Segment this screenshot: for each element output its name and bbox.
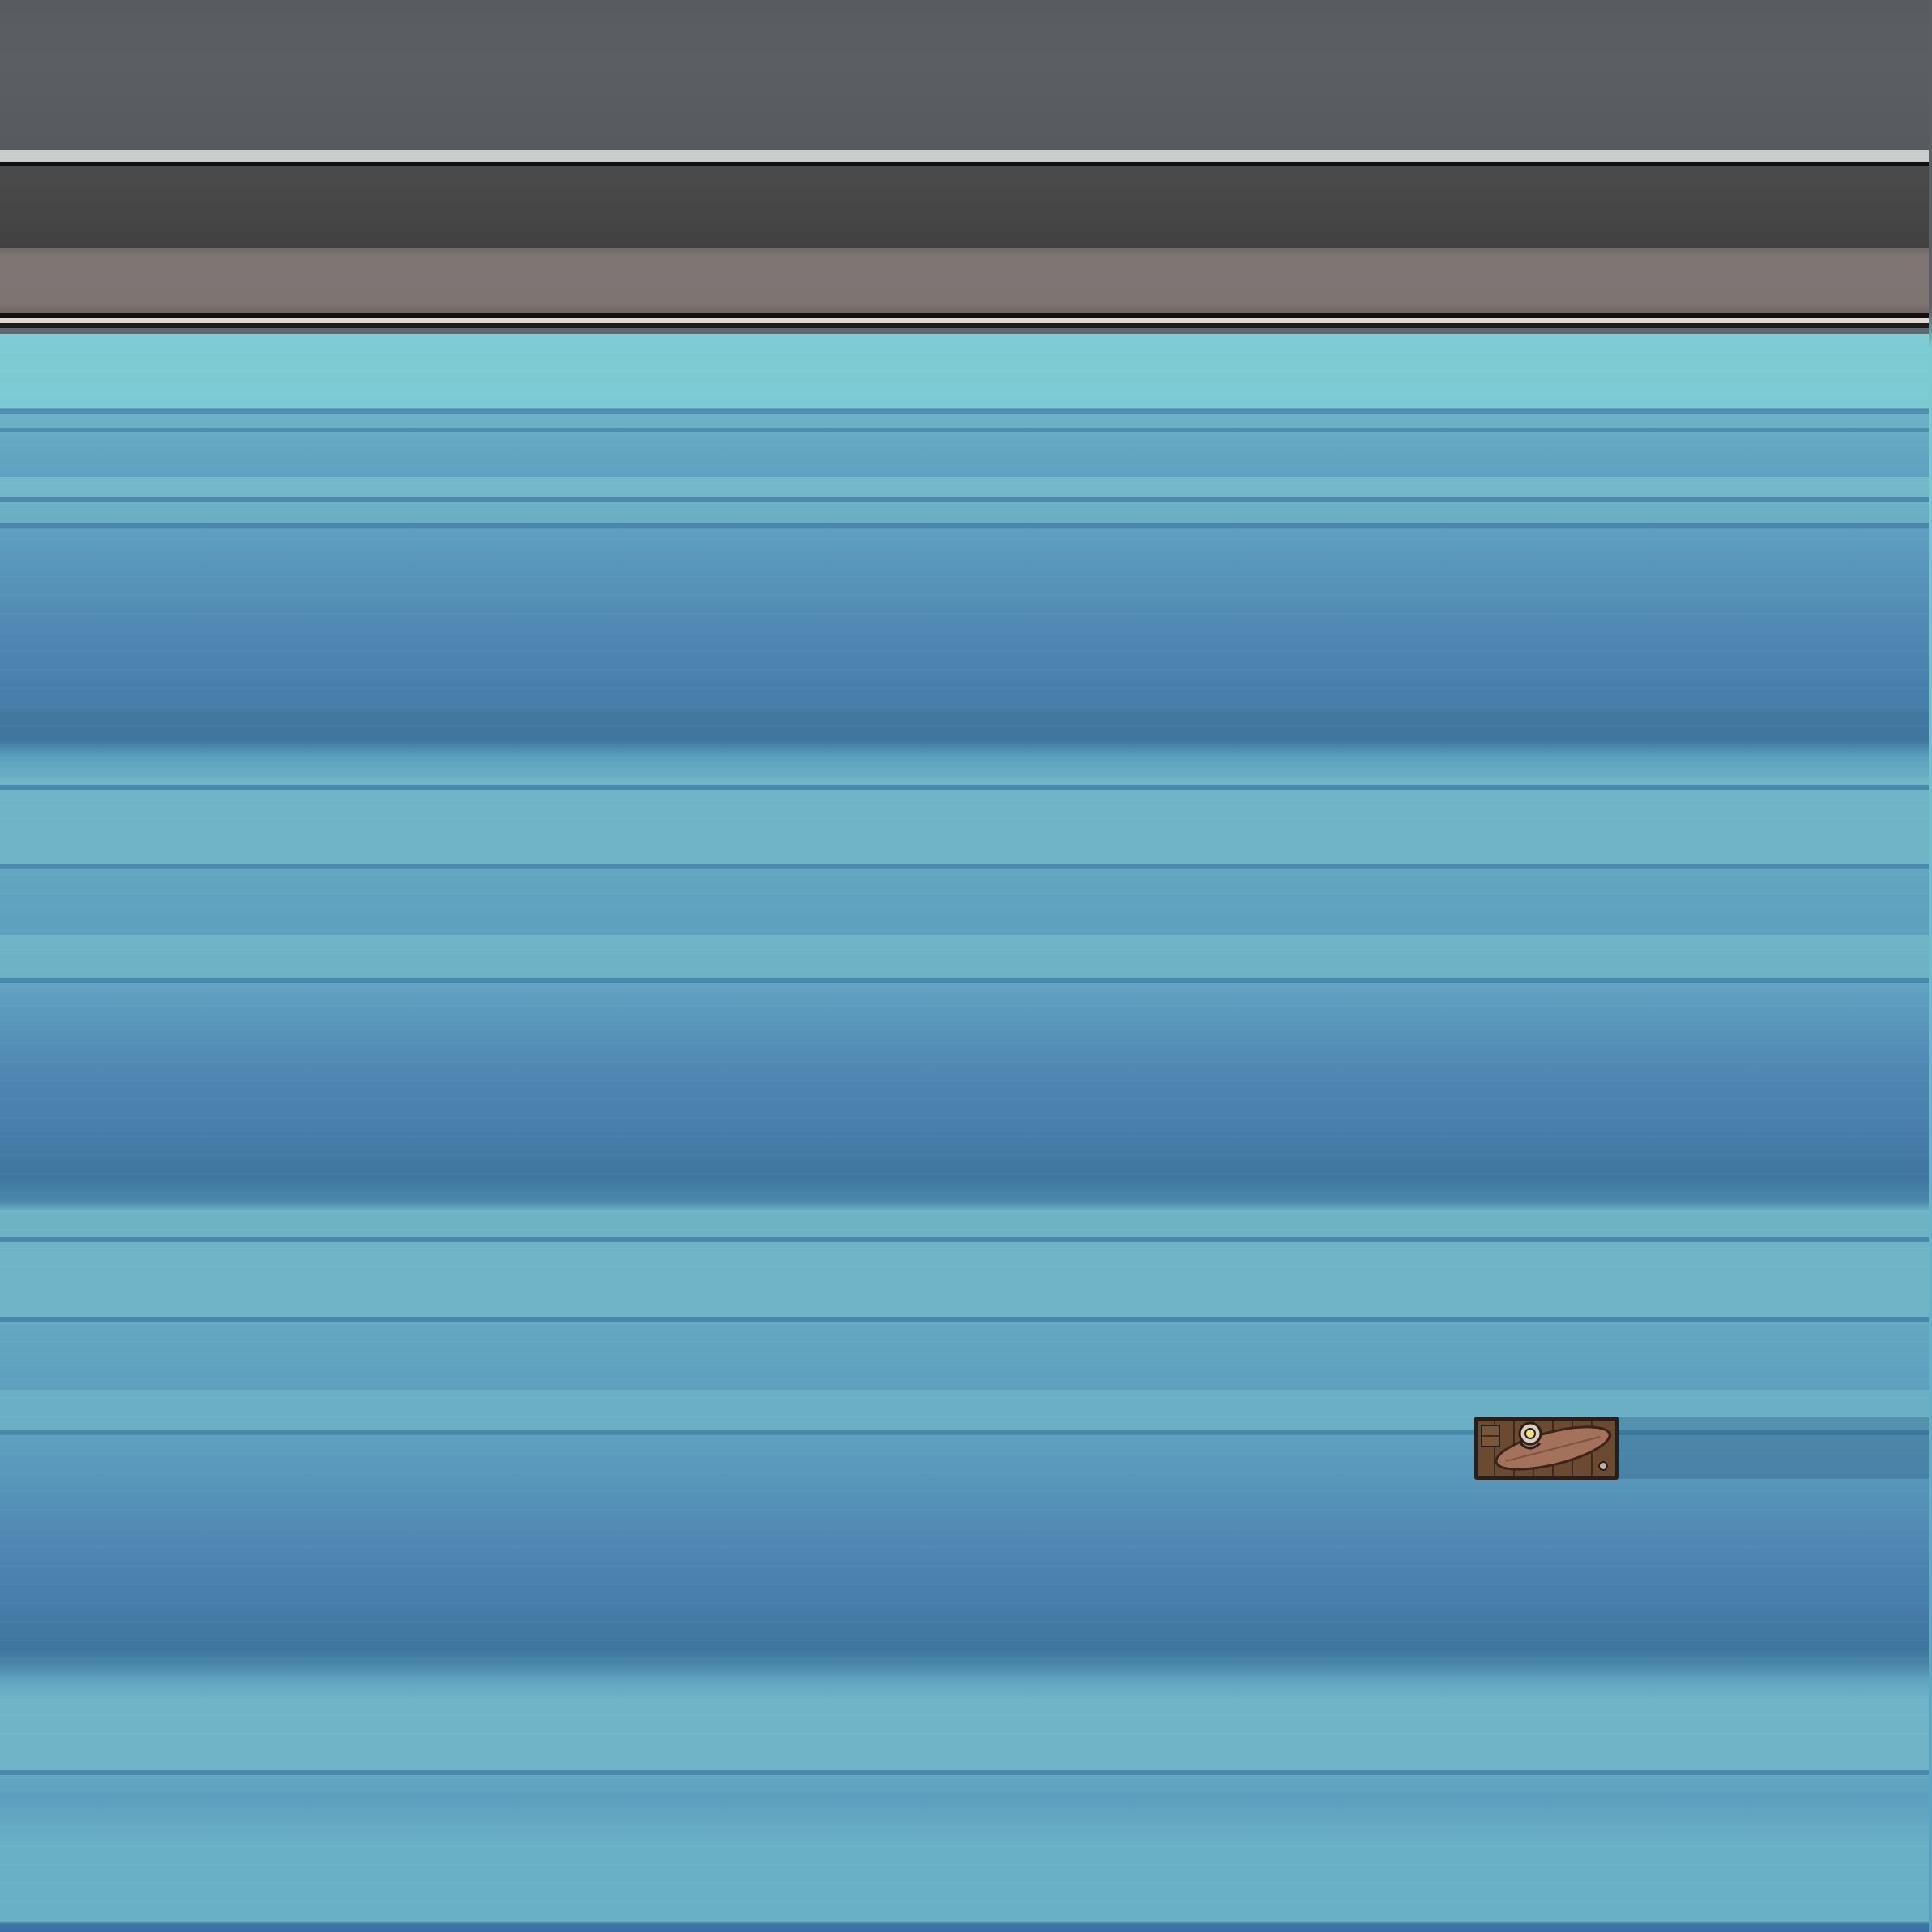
dock-wall xyxy=(0,166,1929,248)
character-icon xyxy=(1518,1421,1542,1450)
screen-edge-strip xyxy=(1929,0,1932,1932)
dock-edge-shadow xyxy=(0,328,1929,334)
dock-edge xyxy=(0,313,1929,318)
crate-icon xyxy=(1481,1425,1500,1447)
wooden-raft-icon[interactable] xyxy=(1473,1416,1619,1481)
boat-wake xyxy=(1619,1417,1929,1479)
dock-surface xyxy=(0,0,1929,150)
dock-plank xyxy=(0,248,1929,313)
water-surface[interactable] xyxy=(0,334,1929,1932)
game-scene[interactable] xyxy=(0,0,1932,1932)
bolt-icon xyxy=(1598,1461,1608,1471)
